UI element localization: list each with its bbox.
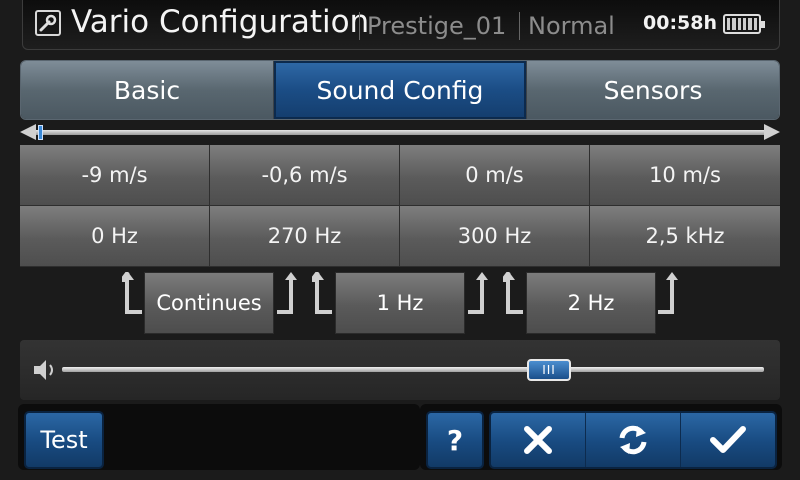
title-separator bbox=[519, 12, 520, 40]
tab-sensors[interactable]: Sensors bbox=[527, 61, 779, 119]
hook-left-icon bbox=[312, 272, 332, 314]
frequency-cell[interactable]: 270 Hz bbox=[210, 206, 400, 267]
tab-sound-config[interactable]: Sound Config bbox=[274, 61, 527, 119]
test-button[interactable]: Test bbox=[24, 411, 104, 469]
hook-right-icon bbox=[658, 272, 678, 314]
close-icon bbox=[524, 426, 552, 454]
step-button-1hz[interactable]: 1 Hz bbox=[335, 272, 465, 334]
confirm-button[interactable] bbox=[681, 413, 775, 467]
tab-bar: Basic Sound Config Sensors bbox=[20, 60, 780, 120]
step-button-continues[interactable]: Continues bbox=[144, 272, 274, 334]
hook-left-icon bbox=[122, 272, 142, 314]
tab-basic[interactable]: Basic bbox=[21, 61, 274, 119]
title-separator bbox=[359, 12, 360, 40]
frequency-cell[interactable]: 300 Hz bbox=[400, 206, 590, 267]
page-title: Vario Configuration bbox=[71, 4, 370, 40]
refresh-icon bbox=[619, 425, 647, 455]
volume-slider-track[interactable] bbox=[62, 367, 764, 372]
speed-cell[interactable]: 0 m/s bbox=[400, 145, 590, 206]
range-thumb[interactable] bbox=[38, 125, 43, 140]
title-bar: Vario Configuration Prestige_01 Normal 0… bbox=[22, 0, 780, 50]
speed-cell[interactable]: -0,6 m/s bbox=[210, 145, 400, 206]
frequency-cell[interactable]: 2,5 kHz bbox=[590, 206, 780, 267]
speed-cell[interactable]: 10 m/s bbox=[590, 145, 780, 206]
step-row: Continues 1 Hz 2 Hz bbox=[0, 272, 800, 334]
volume-panel: III bbox=[20, 340, 780, 400]
mode-label: Normal bbox=[528, 12, 615, 40]
profile-name: Prestige_01 bbox=[367, 12, 507, 40]
check-icon bbox=[710, 426, 746, 453]
battery-icon bbox=[723, 14, 765, 34]
arrow-left-icon bbox=[20, 124, 36, 140]
speed-cell[interactable]: -9 m/s bbox=[20, 145, 210, 206]
step-button-2hz[interactable]: 2 Hz bbox=[526, 272, 656, 334]
reset-button[interactable] bbox=[586, 413, 681, 467]
frequency-cell[interactable]: 0 Hz bbox=[20, 206, 210, 267]
arrow-right-icon bbox=[764, 124, 780, 140]
speaker-icon bbox=[34, 359, 60, 385]
hook-right-icon bbox=[277, 272, 297, 314]
range-track[interactable] bbox=[28, 130, 768, 135]
help-button[interactable]: ? bbox=[426, 411, 484, 469]
volume-slider-thumb[interactable]: III bbox=[527, 359, 571, 381]
wrench-icon[interactable] bbox=[35, 10, 61, 36]
flight-timer: 00:58h bbox=[643, 12, 718, 34]
sound-grid: -9 m/s -0,6 m/s 0 m/s 10 m/s 0 Hz 270 Hz… bbox=[20, 145, 780, 267]
hook-right-icon bbox=[468, 272, 488, 314]
hook-left-icon bbox=[503, 272, 523, 314]
cancel-button[interactable] bbox=[491, 413, 586, 467]
action-button-group bbox=[489, 411, 777, 469]
